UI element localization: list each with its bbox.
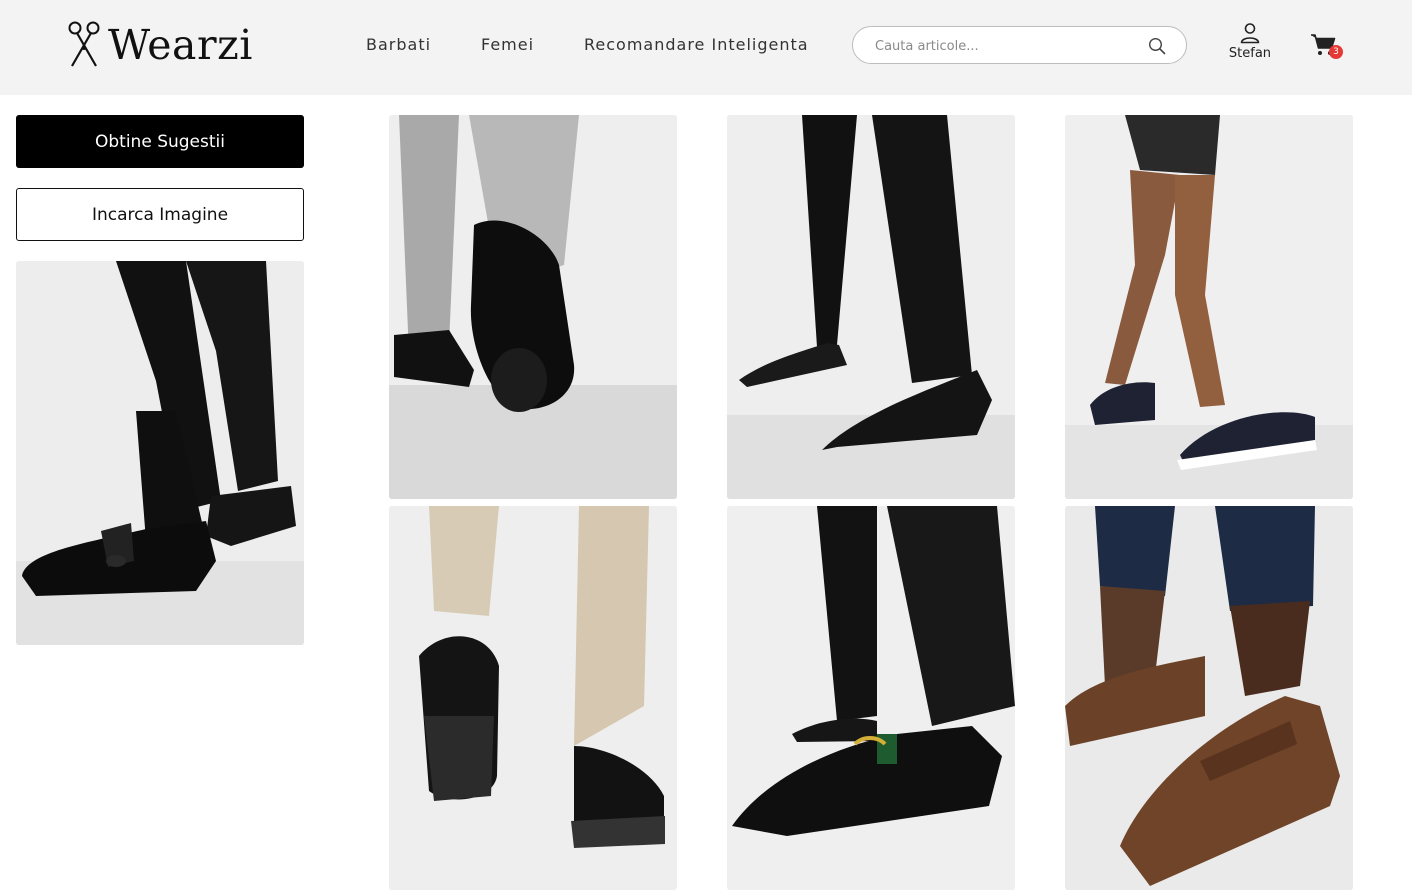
nav-femei[interactable]: Femei [481, 35, 534, 57]
search-bar [852, 26, 1187, 64]
black-derby-shoes-grey-trousers-photo [389, 115, 677, 499]
account-name: Stefan [1228, 46, 1272, 61]
uploaded-image-preview [16, 261, 304, 645]
navy-suede-tassel-loafers-photo [1065, 115, 1353, 499]
search-input[interactable] [875, 36, 1135, 56]
product-card[interactable] [1065, 115, 1353, 499]
search-icon[interactable] [1148, 37, 1166, 55]
logo[interactable]: Wearzi [66, 20, 253, 70]
product-card[interactable] [389, 115, 677, 499]
nav-barbati[interactable]: Barbati [366, 35, 431, 57]
account-button[interactable]: Stefan [1222, 22, 1278, 66]
header: Wearzi Barbati Femei Recomandare Intelig… [0, 0, 1412, 95]
product-card[interactable] [727, 506, 1015, 890]
product-card[interactable] [727, 115, 1015, 499]
black-chunky-loafers-beige-trousers-photo [389, 506, 677, 890]
black-suede-tassel-loafers-photo [727, 115, 1015, 499]
nav-recomandare-inteligenta[interactable]: Recomandare Inteligenta [584, 35, 809, 57]
black-tassel-loafer-photo [16, 261, 304, 645]
product-card[interactable] [1065, 506, 1353, 890]
user-icon [1240, 23, 1260, 44]
scissors-logo-icon [68, 21, 100, 67]
cart-button[interactable]: 3 [1310, 33, 1346, 61]
upload-image-button[interactable]: Incarca Imagine [16, 188, 304, 241]
product-card[interactable] [389, 506, 677, 890]
logo-text: Wearzi [108, 21, 253, 69]
black-leather-snaffle-loafers-photo [727, 506, 1015, 890]
brown-suede-penny-loafers-photo [1065, 506, 1353, 890]
get-suggestions-button[interactable]: Obtine Sugestii [16, 115, 304, 168]
cart-count-badge: 3 [1329, 45, 1343, 59]
